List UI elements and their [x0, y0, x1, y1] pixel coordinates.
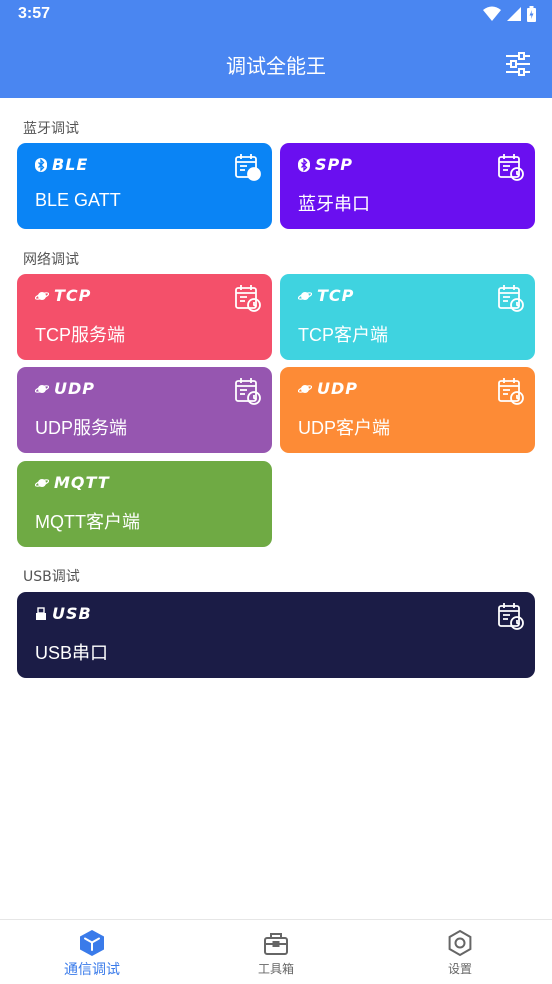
gear-icon	[448, 929, 472, 957]
card-name: UDP服务端	[35, 418, 128, 438]
nav-tab-toolbox[interactable]: 工具箱	[184, 920, 368, 984]
nav-label: 工具箱	[257, 962, 294, 976]
section-label-bluetooth: 蓝牙调试	[23, 121, 79, 137]
card-bluetooth-serial[interactable]: SPP 蓝牙串口	[280, 143, 535, 229]
card-badge: USB	[35, 604, 92, 623]
card-badge-text: SPP	[315, 155, 353, 174]
app-title: 调试全能王	[226, 54, 326, 78]
planet-icon	[298, 291, 312, 300]
signal-icon	[507, 7, 521, 21]
card-badge-text: UDP	[317, 379, 358, 398]
card-name: TCP服务端	[35, 325, 125, 345]
usb-icon	[36, 606, 46, 620]
card-badge-text: TCP	[54, 286, 92, 305]
card-badge: UDP	[35, 379, 95, 398]
planet-icon	[298, 384, 312, 393]
status-icons	[483, 6, 536, 22]
card-badge-text: USB	[52, 604, 92, 623]
battery-icon	[527, 6, 536, 22]
card-name: 蓝牙串口	[298, 194, 370, 214]
card-badge-text: TCP	[317, 286, 355, 305]
nav-label: 通信调试	[64, 962, 120, 978]
card-badge: UDP	[298, 379, 358, 398]
card-tcp-client[interactable]: TCP TCP客户端	[280, 274, 535, 360]
card-ble-gatt[interactable]: BLE BLE GATT	[17, 143, 272, 229]
card-badge: SPP	[298, 155, 353, 174]
calendar-clock-icon[interactable]	[497, 602, 525, 630]
card-badge: BLE	[35, 155, 88, 174]
planet-icon	[35, 384, 49, 393]
calendar-clock-icon[interactable]	[234, 377, 262, 405]
card-badge: MQTT	[35, 473, 110, 492]
filter-settings-icon[interactable]	[504, 50, 532, 78]
calendar-clock-icon[interactable]	[234, 284, 262, 312]
nav-tab-settings[interactable]: 设置	[368, 920, 552, 984]
bluetooth-icon	[35, 157, 47, 172]
card-badge-text: UDP	[54, 379, 95, 398]
toolbox-icon	[264, 933, 288, 955]
planet-icon	[35, 478, 49, 487]
calendar-clock-icon[interactable]	[497, 153, 525, 181]
nav-label: 设置	[447, 962, 472, 976]
card-udp-client[interactable]: UDP UDP客户端	[280, 367, 535, 453]
calendar-clock-icon[interactable]	[234, 153, 262, 181]
card-usb-serial[interactable]: USB USB串口	[17, 592, 535, 678]
card-name: TCP客户端	[298, 325, 388, 345]
card-tcp-server[interactable]: TCP TCP服务端	[17, 274, 272, 360]
nav-tab-comm-debug[interactable]: 通信调试	[0, 920, 184, 984]
card-badge-text: BLE	[52, 155, 89, 174]
section-label-network: 网络调试	[23, 252, 79, 268]
section-label-usb: USB调试	[23, 569, 80, 585]
calendar-clock-icon[interactable]	[497, 377, 525, 405]
card-badge-text: MQTT	[54, 473, 110, 492]
wifi-icon	[483, 6, 501, 21]
card-badge: TCP	[35, 286, 91, 305]
status-time: 3:57	[18, 5, 51, 22]
card-name: USB串口	[35, 643, 109, 663]
planet-icon	[35, 291, 49, 300]
card-name: BLE GATT	[35, 190, 121, 210]
card-mqtt-client[interactable]: MQTT MQTT客户端	[17, 461, 272, 547]
card-name: MQTT客户端	[35, 512, 140, 532]
calendar-clock-icon[interactable]	[497, 284, 525, 312]
card-name: UDP客户端	[298, 418, 391, 438]
card-udp-server[interactable]: UDP UDP服务端	[17, 367, 272, 453]
cube-icon	[80, 930, 104, 956]
bottom-nav: 通信调试 工具箱 设置	[0, 919, 552, 984]
bluetooth-icon	[298, 157, 310, 172]
card-badge: TCP	[298, 286, 354, 305]
app-bar: 3:57 调试全能王	[0, 0, 552, 98]
